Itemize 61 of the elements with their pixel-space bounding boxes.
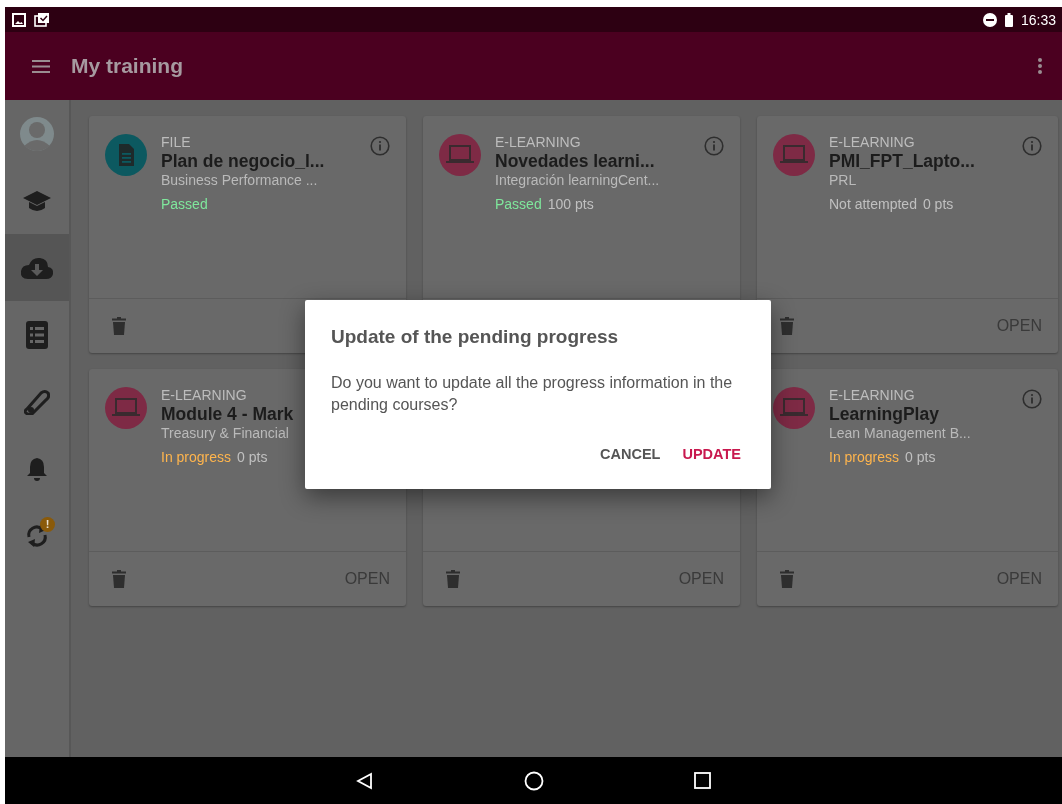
- info-button[interactable]: [370, 136, 390, 156]
- delete-button[interactable]: [109, 567, 129, 591]
- course-status: Not attempted: [829, 196, 917, 212]
- course-title: Plan de negocio_l...: [161, 151, 325, 172]
- info-button[interactable]: [1022, 136, 1042, 156]
- course-category: Integración learningCent...: [495, 172, 660, 188]
- sidebar-item[interactable]: !: [5, 502, 69, 569]
- cloud-download-icon: [20, 255, 54, 280]
- course-status: Passed: [161, 196, 208, 212]
- avatar-icon: [19, 115, 55, 152]
- course-points: 0 pts: [905, 449, 936, 465]
- home-icon[interactable]: [524, 770, 544, 791]
- dialog-button[interactable]: CANCEL: [594, 440, 667, 468]
- course-category: Business Performance ...: [161, 172, 318, 188]
- course-type: E-LEARNING: [829, 387, 915, 404]
- delete-button[interactable]: [443, 567, 463, 591]
- dialog-button[interactable]: UPDATE: [676, 440, 747, 468]
- course-title: Novedades learni...: [495, 151, 655, 172]
- laptop-icon: [439, 134, 481, 176]
- course-type: E-LEARNING: [495, 134, 581, 151]
- course-title: LearningPlay: [829, 404, 939, 425]
- delete-button[interactable]: [109, 314, 129, 338]
- course-status: In progress: [829, 449, 900, 465]
- back-icon[interactable]: [356, 771, 374, 790]
- sidebar-item[interactable]: [5, 234, 69, 301]
- course-points: 100 pts: [547, 196, 594, 212]
- more-options-icon: [1038, 58, 1042, 74]
- laptop-icon: [773, 134, 815, 176]
- clipboard-check-icon: [34, 12, 50, 27]
- course-type: E-LEARNING: [161, 387, 247, 404]
- laptop-icon: [773, 387, 815, 429]
- info-button[interactable]: [704, 136, 724, 156]
- bell-icon: [26, 455, 48, 482]
- course-category: Treasury & Financial: [161, 425, 289, 441]
- course-category: PRL: [829, 172, 857, 188]
- course-status: In progress: [161, 449, 232, 465]
- app-title: My training: [71, 54, 183, 78]
- dialog-title: Update of the pending progress: [331, 326, 620, 348]
- course-title: PMI_FPT_Lapto...: [829, 151, 975, 172]
- battery-icon: [1004, 12, 1013, 27]
- delete-button[interactable]: [777, 567, 797, 591]
- menu-icon: [32, 59, 50, 73]
- document-icon: [105, 134, 147, 176]
- course-status: Passed: [495, 196, 542, 212]
- alert-badge: !: [40, 516, 55, 532]
- course-category: Lean Management B...: [829, 425, 971, 441]
- laptop-icon: [105, 387, 147, 429]
- course-points: 0 pts: [237, 449, 268, 465]
- info-button[interactable]: [1022, 389, 1042, 409]
- do-not-disturb-icon: [982, 12, 997, 27]
- course-title: Module 4 - Mark: [161, 404, 294, 425]
- dialog-message: Do you want to update all the progress information in the pending courses?: [331, 373, 734, 415]
- list-icon: [26, 320, 48, 349]
- clock-time: 16:33: [1020, 11, 1056, 28]
- recents-icon[interactable]: [694, 772, 711, 789]
- course-points: 0 pts: [922, 196, 954, 212]
- graduation-cap-icon: [23, 188, 51, 213]
- image-icon: [12, 12, 26, 27]
- course-type: FILE: [161, 134, 191, 151]
- course-type: E-LEARNING: [829, 134, 915, 151]
- delete-button[interactable]: [777, 314, 797, 338]
